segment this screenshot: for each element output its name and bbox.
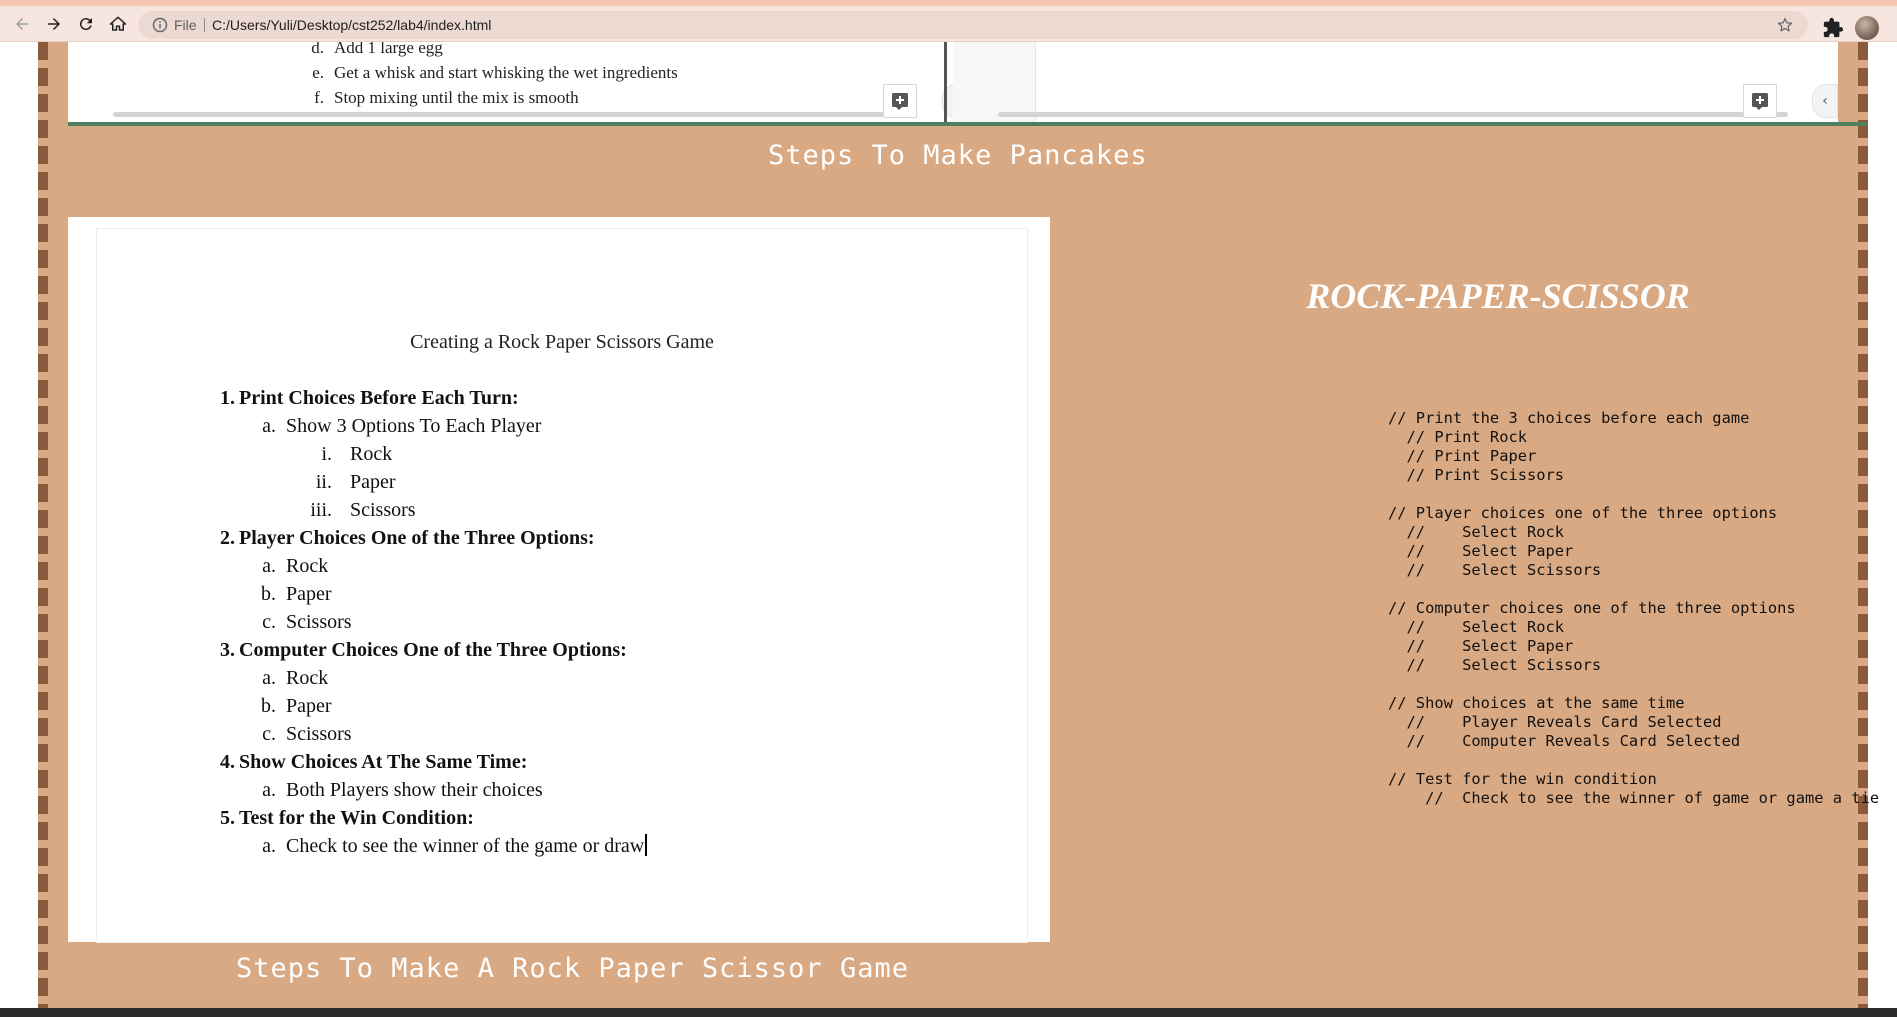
pancakes-doc-embed[interactable]: d. Add 1 large egg e. Get a whisk and star… <box>68 42 968 125</box>
arrow-left-icon <box>16 18 28 30</box>
list-item: b. Paper <box>261 583 332 605</box>
pancakes-caption: Steps To Make Pancakes <box>768 140 1148 171</box>
embed-divider <box>944 42 947 125</box>
list-item: e. Get a whisk and start whisking the wet… <box>312 63 678 82</box>
file-scheme-label: File <box>174 17 197 33</box>
list-item: a. Both Players show their choices <box>262 779 543 801</box>
back-button[interactable] <box>8 10 36 38</box>
list-item: ii. Paper <box>315 471 396 493</box>
horizontal-scrollbar[interactable] <box>113 112 913 117</box>
doc-action-button[interactable] <box>1743 84 1777 118</box>
forward-button[interactable] <box>40 10 68 38</box>
code-preview-embed[interactable]: ‹ <box>953 42 1838 125</box>
text-cursor <box>645 834 648 856</box>
doc-title: Creating a Rock Paper Scissors Game <box>410 331 714 353</box>
list-item: b. Paper <box>261 695 332 717</box>
list-item: a. Rock <box>262 667 329 689</box>
horizontal-scrollbar[interactable] <box>998 112 1788 117</box>
rps-doc-embed[interactable]: Creating a Rock Paper Scissors Game 1. Pr… <box>68 217 1050 942</box>
list-item: c. Scissors <box>262 723 352 745</box>
browser-toolbar: File C:/Users/Yuli/Desktop/cst252/lab4/i… <box>0 6 1897 42</box>
add-comment-icon <box>1752 93 1768 110</box>
list-item: f. Stop mixing until the mix is smooth <box>314 88 579 107</box>
page-viewport: d. Add 1 large egg e. Get a whisk and star… <box>0 42 1897 1017</box>
list-item: d. Add 1 large egg <box>311 42 443 57</box>
doc-page: Creating a Rock Paper Scissors Game 1. Pr… <box>97 229 1027 942</box>
extensions-puzzle-icon[interactable] <box>1822 17 1844 39</box>
list-item: 4. Show Choices At The Same Time: <box>220 751 528 773</box>
pseudocode-block: // Print the 3 choices before each game … <box>1388 409 1880 807</box>
rps-caption: Steps To Make A Rock Paper Scissor Game <box>236 953 909 984</box>
rps-outline: 1. Print Choices Before Each Turn: a. Show… <box>211 384 648 860</box>
home-icon <box>109 16 127 31</box>
embed-bottom-edge <box>68 122 1868 126</box>
list-item: 3. Computer Choices One of the Three Opti… <box>220 639 627 661</box>
list-item: i. Rock <box>321 443 393 465</box>
list-item: a. Rock <box>262 555 329 577</box>
doc-action-button[interactable] <box>883 84 917 118</box>
arrow-right-icon <box>48 18 60 30</box>
rps-heading: ROCK-PAPER-SCISSOR <box>1306 276 1690 316</box>
reload-icon <box>79 18 92 31</box>
list-item: 1. Print Choices Before Each Turn: <box>220 387 519 409</box>
add-comment-icon <box>892 93 908 110</box>
list-item: 5. Test for the Win Condition: <box>220 807 474 829</box>
taskbar-edge <box>0 1008 1897 1017</box>
list-item: c. Scissors <box>262 611 352 633</box>
reload-button[interactable] <box>72 10 100 38</box>
url-separator <box>204 18 205 32</box>
profile-avatar[interactable] <box>1855 16 1879 40</box>
decorative-border-left <box>38 42 48 1017</box>
collapse-panel-button[interactable]: ‹ <box>1812 84 1838 118</box>
list-item: iii. Scissors <box>310 499 416 521</box>
list-item: a. Check to see the winner of the game or… <box>211 832 648 860</box>
gutter-panel <box>953 42 1036 122</box>
info-icon[interactable] <box>152 17 168 33</box>
chevron-left-icon: ‹ <box>1822 93 1828 109</box>
list-item: a. Show 3 Options To Each Player <box>262 415 542 437</box>
page-frame: d. Add 1 large egg e. Get a whisk and star… <box>38 42 1879 1017</box>
pancakes-step-list: d. Add 1 large egg e. Get a whisk and star… <box>298 42 678 110</box>
star-icon[interactable] <box>1776 16 1794 34</box>
list-item: 2. Player Choices One of the Three Option… <box>220 527 595 549</box>
url-text[interactable]: C:/Users/Yuli/Desktop/cst252/lab4/index.… <box>212 11 491 39</box>
address-bar[interactable]: File C:/Users/Yuli/Desktop/cst252/lab4/i… <box>138 11 1808 39</box>
home-button[interactable] <box>104 10 132 38</box>
